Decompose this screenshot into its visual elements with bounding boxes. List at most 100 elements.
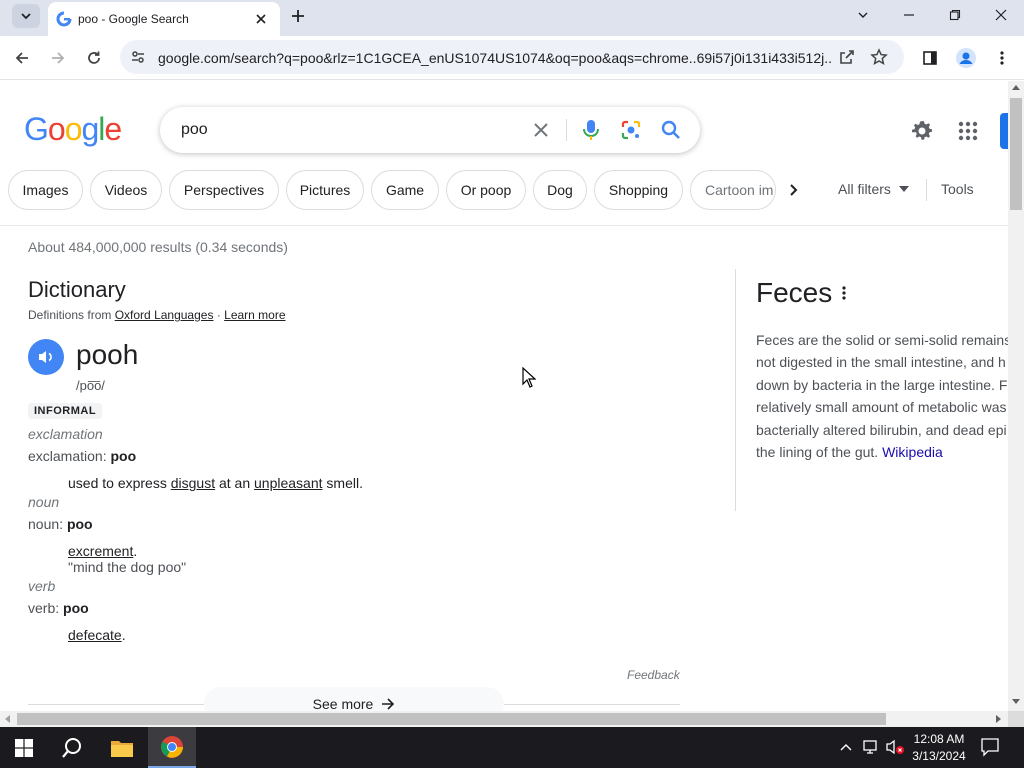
windows-logo-icon — [15, 738, 33, 757]
part-of-speech: verb — [28, 578, 56, 594]
chip-images[interactable]: Images — [8, 170, 83, 210]
definitions-from-label: Definitions from — [28, 308, 112, 322]
pronounce-button[interactable] — [28, 339, 64, 375]
chip-shopping[interactable]: Shopping — [594, 170, 683, 210]
chip-cartoon[interactable]: Cartoon im — [690, 170, 776, 210]
all-filters-button[interactable]: All filters — [838, 181, 909, 197]
scroll-left-arrow-icon[interactable] — [5, 715, 10, 723]
file-explorer-button[interactable] — [98, 727, 146, 768]
chip-videos[interactable]: Videos — [90, 170, 162, 210]
lens-search-button[interactable] — [620, 119, 642, 141]
chip-dog[interactable]: Dog — [533, 170, 587, 210]
description-line: not digested in the small intestine, and… — [756, 354, 1006, 371]
search-results-page: Google poo Images Videos Perspectives Pi… — [0, 81, 1008, 711]
chip-game[interactable]: Game — [371, 170, 439, 210]
logo-letter: o — [64, 111, 83, 147]
browser-tab[interactable]: poo - Google Search — [48, 2, 280, 36]
network-button[interactable] — [862, 739, 880, 755]
speaker-icon — [39, 351, 52, 363]
restore-button[interactable] — [932, 0, 978, 30]
clock-time[interactable]: 12:08 AM — [908, 732, 970, 746]
chip-perspectives[interactable]: Perspectives — [169, 170, 279, 210]
horizontal-scrollbar[interactable] — [0, 711, 1008, 727]
vertical-scroll-thumb[interactable] — [1010, 98, 1022, 210]
chips-scroll-right-button[interactable] — [776, 176, 812, 204]
new-tab-button[interactable] — [286, 4, 310, 28]
definition-link[interactable]: excrement — [68, 543, 133, 559]
restore-icon — [949, 9, 961, 21]
back-button[interactable] — [8, 44, 36, 72]
search-submit-button[interactable] — [660, 119, 682, 141]
definition-text: used to express — [68, 475, 171, 491]
entry-label-row: exclamation: poo — [28, 448, 136, 464]
knowledge-panel-title-row: Feces — [756, 277, 1008, 309]
profile-button[interactable] — [952, 44, 980, 72]
scroll-down-arrow-icon[interactable] — [1012, 699, 1020, 704]
clear-search-button[interactable] — [532, 121, 550, 139]
volume-button[interactable] — [886, 739, 906, 755]
chrome-menu-button[interactable] — [988, 44, 1016, 72]
close-tab-button[interactable] — [250, 8, 272, 30]
arrow-right-icon — [382, 698, 395, 710]
feedback-link[interactable]: Feedback — [627, 668, 680, 682]
definition: defecate. — [68, 627, 126, 643]
definition: used to express disgust at an unpleasant… — [68, 475, 363, 491]
scroll-right-arrow-icon[interactable] — [996, 715, 1001, 723]
learn-more-link[interactable]: Learn more — [224, 308, 285, 322]
dictionary-heading: Dictionary — [28, 277, 126, 302]
minimize-button[interactable] — [886, 0, 932, 30]
wikipedia-link[interactable]: Wikipedia — [882, 444, 943, 460]
close-window-button[interactable] — [978, 0, 1024, 30]
tab-title: poo - Google Search — [78, 12, 189, 26]
more-vertical-icon[interactable] — [842, 286, 846, 300]
search-icon — [62, 737, 81, 758]
scroll-up-arrow-icon[interactable] — [1012, 85, 1020, 90]
entry-label-row: verb: poo — [28, 600, 89, 616]
see-more-label: See more — [312, 696, 374, 711]
definition-text: . — [133, 543, 138, 559]
sign-in-button[interactable] — [1000, 113, 1008, 149]
minimize-icon — [904, 14, 914, 16]
google-apps-button[interactable] — [958, 121, 978, 141]
clock-date[interactable]: 3/13/2024 — [908, 749, 970, 763]
show-hidden-icons-button[interactable] — [838, 739, 854, 755]
tab-search-button[interactable] — [12, 4, 40, 28]
search-input[interactable]: poo — [181, 121, 208, 139]
taskbar-search-button[interactable] — [48, 727, 96, 768]
bookmark-star-button[interactable] — [870, 48, 888, 66]
results-stats: About 484,000,000 results (0.34 seconds) — [28, 239, 288, 255]
oxford-languages-link[interactable]: Oxford Languages — [115, 308, 214, 322]
google-logo[interactable]: Google — [24, 111, 122, 148]
entry-word: poo — [110, 448, 137, 464]
entry-label: exclamation: — [28, 448, 107, 464]
definition-link[interactable]: disgust — [171, 475, 215, 491]
horizontal-scroll-thumb[interactable] — [17, 713, 886, 725]
taskbar: 12:08 AM 3/13/2024 — [0, 727, 1024, 768]
share-button[interactable] — [838, 48, 856, 66]
definition-text: . — [121, 627, 126, 643]
see-more-button[interactable]: See more — [204, 687, 504, 711]
title-bar: poo - Google Search — [0, 0, 1024, 36]
address-bar[interactable]: google.com/search?q=poo&rlz=1C1GCEA_enUS… — [120, 40, 904, 74]
network-icon — [863, 740, 877, 754]
definition-link[interactable]: unpleasant — [254, 475, 323, 491]
chip-pictures[interactable]: Pictures — [286, 170, 364, 210]
forward-button[interactable] — [44, 44, 72, 72]
reload-button[interactable] — [80, 44, 108, 72]
entry-word: poo — [63, 600, 89, 616]
side-panel-button[interactable] — [916, 44, 944, 72]
notifications-button[interactable] — [980, 737, 1002, 757]
description-line: relatively small amount of metabolic was — [756, 399, 1007, 416]
definition-link[interactable]: defecate — [68, 627, 122, 643]
vertical-scrollbar[interactable] — [1008, 81, 1024, 711]
voice-search-button[interactable] — [580, 118, 602, 142]
tab-list-button[interactable] — [840, 0, 886, 30]
chip-or-poop[interactable]: Or poop — [446, 170, 526, 210]
definition-text: at an — [215, 475, 255, 491]
more-vertical-icon — [1000, 51, 1004, 65]
tools-button[interactable]: Tools — [941, 181, 974, 197]
chrome-taskbar-button[interactable] — [148, 727, 196, 768]
settings-button[interactable] — [910, 119, 934, 143]
site-info-icon[interactable] — [130, 49, 146, 65]
start-button[interactable] — [0, 727, 48, 768]
